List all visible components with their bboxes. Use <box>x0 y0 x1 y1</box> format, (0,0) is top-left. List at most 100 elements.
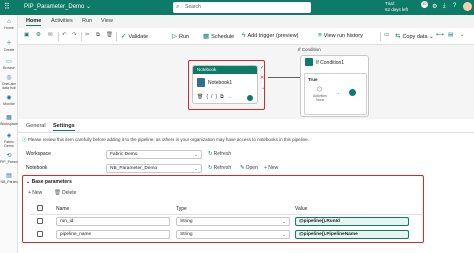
tab-view[interactable]: View <box>101 18 113 24</box>
arrow-icon: → <box>335 90 340 96</box>
cut-icon[interactable]: ✂ <box>85 32 90 38</box>
true-branch[interactable]: True ⬡ Activities None → <box>304 73 367 115</box>
plus-icon: ＋ <box>5 41 12 47</box>
rail-item-label: Workspaces <box>0 122 20 126</box>
activity-actions[interactable]: 🗑{/}⧉→ <box>197 94 235 100</box>
copy-data-icon: ⇆ <box>395 33 401 40</box>
add-trigger-button[interactable]: ϟ Add trigger (preview) <box>242 32 299 39</box>
undo-icon[interactable]: ↶ <box>62 32 67 38</box>
pipeline-canvas[interactable]: Notebook Notebook1 🗑{/}⧉→ ✓ ✕ → If Condi… <box>18 46 474 119</box>
run-button[interactable]: ▷ Run <box>172 32 189 40</box>
dataflow-icon[interactable]: ⟷ <box>436 32 444 38</box>
param-value-input[interactable]: @pipeline().RunId <box>295 217 409 226</box>
delete-icon[interactable]: 🗑 <box>106 32 113 38</box>
rail-item-notebook[interactable]: ▤ NB_Param <box>0 173 18 184</box>
rail-item-label: Monitor <box>3 102 15 106</box>
notebook-activity[interactable]: Notebook Notebook1 🗑{/}⧉→ <box>192 65 258 104</box>
home-icon: ⌂ <box>7 19 11 25</box>
app-launcher-icon[interactable]: ⠿ <box>4 3 12 11</box>
settings-icon[interactable]: ⚙ <box>432 3 437 10</box>
rail-item-fabric-demo[interactable]: ◈ Fabric Demo <box>0 133 18 148</box>
browse-icon: ▭ <box>6 59 12 65</box>
row-checkbox[interactable] <box>37 218 43 224</box>
onelake-icon: ◎ <box>6 75 12 81</box>
properties-panel: General Settings ⓘ Please review this it… <box>18 119 474 253</box>
connector-line <box>268 77 303 78</box>
validate-button[interactable]: ✓ Validate <box>121 32 148 40</box>
rail-item-label: Fabric Demo <box>4 140 14 148</box>
download-icon[interactable]: ⤓ <box>443 3 446 10</box>
notebook-refresh-button[interactable]: ↻Refresh <box>208 165 231 171</box>
more-icon[interactable]: ⌄ <box>460 32 465 38</box>
success-connector[interactable] <box>247 95 253 101</box>
add-activity-button[interactable] <box>349 89 356 96</box>
tab-run[interactable]: Run <box>82 18 92 24</box>
tab-settings[interactable]: Settings <box>53 123 75 131</box>
notebook-activity-header: Notebook <box>193 66 257 74</box>
workspace-refresh-button[interactable]: ↻Refresh <box>208 151 231 157</box>
plus-icon: + <box>264 165 268 171</box>
mail-icon[interactable]: ✉ <box>48 32 53 38</box>
param-type-select[interactable]: String ⌄ <box>176 230 290 239</box>
tab-general[interactable]: General <box>26 123 46 129</box>
edit-icon: ✎ <box>240 165 245 171</box>
copy-icon[interactable]: ⧉ <box>96 32 100 39</box>
view-run-history-button[interactable]: ≡ View run history <box>318 32 363 39</box>
tab-home[interactable]: Home <box>26 18 42 26</box>
ribbon-tabs: Home Activities Run View <box>18 15 474 27</box>
chevron-down-icon: ⌄ <box>26 179 31 185</box>
notification-badge[interactable]: 40 <box>421 1 428 8</box>
notebook-select[interactable]: NB_Parameter_Demo ⌄ <box>106 164 202 173</box>
new-notebook-button[interactable]: +New <box>264 165 278 171</box>
settings-gear-icon[interactable]: ⚙ <box>36 32 41 38</box>
refresh-icon: ↻ <box>208 165 213 171</box>
monitor-icon: ◉ <box>6 95 12 101</box>
param-name-input[interactable]: pipeline_name <box>56 230 170 239</box>
rail-item-pipeline[interactable]: ⟲ PIP_Param_Demo <box>0 153 29 164</box>
rail-item-home[interactable]: ⌂ Home <box>0 19 18 30</box>
open-notebook-button[interactable]: ✎Open <box>240 165 258 171</box>
row-checkbox[interactable] <box>37 231 43 237</box>
rail-item-label: OneLake data hub <box>1 82 17 90</box>
trial-status: Trial: 62 days left <box>385 1 409 12</box>
avatar[interactable] <box>463 2 472 11</box>
rail-item-monitor[interactable]: ◉ Monitor <box>0 95 18 106</box>
add-parameter-button[interactable]: +New <box>28 190 42 196</box>
if-condition-activity[interactable]: If Condition1 True ⬡ Activities None → <box>300 55 369 117</box>
activity-icon[interactable]: ▭ <box>384 32 389 38</box>
copy-data-button[interactable]: ⇆ Copy data ⌄ <box>395 32 434 40</box>
schedule-button[interactable]: ▦ Schedule <box>203 32 234 40</box>
workspace-select[interactable]: Fabric Demo ⌄ <box>106 150 202 159</box>
rail-item-workspaces[interactable]: ▦ Workspaces <box>0 115 20 126</box>
notebook-toolbar-icon[interactable]: ▤ <box>448 32 453 38</box>
save-icon[interactable]: ▣ <box>24 32 29 38</box>
param-type-select[interactable]: String ⌄ <box>176 217 290 226</box>
plus-icon: + <box>28 190 32 196</box>
workspace-label: Workspace <box>26 151 51 157</box>
param-value-input[interactable]: @pipeline().PipelineName <box>295 230 409 239</box>
delete-parameter-button[interactable]: 🗑Delete <box>54 190 76 196</box>
complete-output-icon[interactable]: → <box>260 85 265 91</box>
history-icon: ≡ <box>318 32 322 39</box>
rail-item-plus[interactable]: ＋ Create <box>0 41 18 52</box>
select-all-checkbox[interactable] <box>37 205 43 211</box>
activities-icon: ⬡ <box>317 87 323 93</box>
info-icon: ⓘ <box>22 137 27 142</box>
rail-item-label: Create <box>3 48 15 52</box>
workspaces-icon: ▦ <box>6 115 12 121</box>
base-parameters-header[interactable]: ⌄ Base parameters <box>26 179 72 185</box>
tab-activities[interactable]: Activities <box>51 18 73 24</box>
notebook-icon <box>197 78 205 87</box>
rail-item-browse[interactable]: ▭ Browse <box>0 59 18 70</box>
rail-item-onelake[interactable]: ◎ OneLake data hub <box>0 75 18 90</box>
help-icon[interactable]: ? <box>453 3 456 9</box>
search-input[interactable]: ⌕ Search <box>173 2 311 13</box>
success-output-icon[interactable]: ✓ <box>260 65 264 71</box>
fail-output-icon[interactable]: ✕ <box>260 75 264 81</box>
left-nav-rail: ⌂ Home ＋ Create ▭ Browse ◎ OneLake data hub ◉ Mon… <box>0 15 29 253</box>
notebook-activity-name: Notebook1 <box>208 80 233 86</box>
redo-icon[interactable]: ↷ <box>72 32 77 38</box>
param-name-input[interactable]: run_id <box>56 217 170 226</box>
pipeline-title[interactable]: PIP_Parameter_Demo ⌄ <box>24 3 91 10</box>
if-condition-icon <box>305 58 313 66</box>
